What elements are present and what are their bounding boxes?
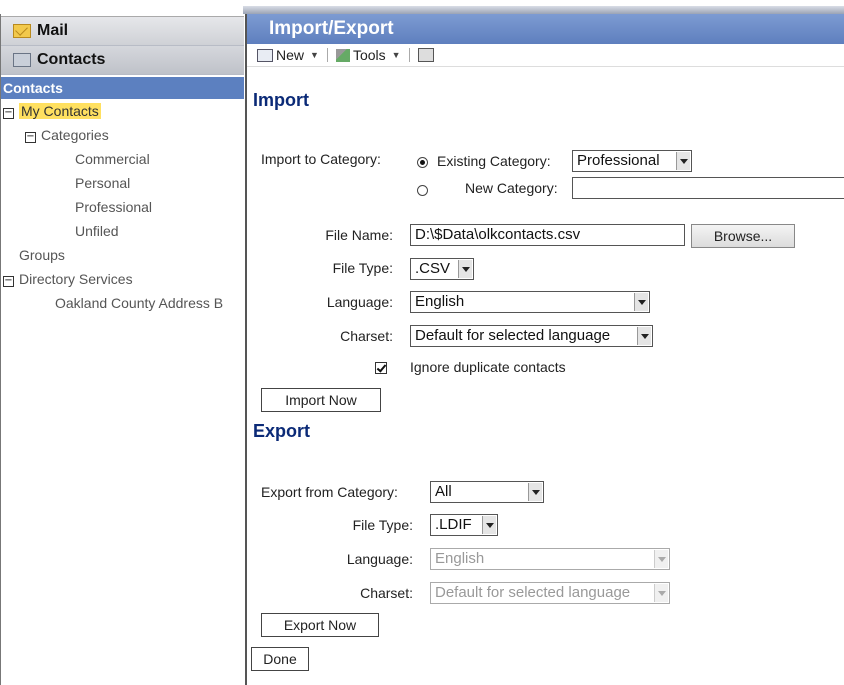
import-charset-select[interactable]: Default for selected language <box>410 325 653 347</box>
chevron-down-icon[interactable]: ▼ <box>392 50 401 60</box>
ignore-duplicates-label: Ignore duplicate contacts <box>410 359 566 375</box>
existing-category-value: Professional <box>577 152 660 169</box>
import-file-type-label: File Type: <box>332 260 393 276</box>
chevron-down-icon <box>634 293 648 311</box>
tree-label-categories: Categories <box>41 127 109 143</box>
import-language-label: Language: <box>326 294 393 310</box>
tree-item-oakland-county[interactable]: Oakland County Address B <box>1 291 244 315</box>
toolbar-divider <box>408 48 410 62</box>
chevron-down-icon <box>654 550 668 568</box>
import-now-button[interactable]: Import Now <box>261 388 381 412</box>
new-button[interactable]: New ▼ <box>257 47 319 63</box>
export-category-select[interactable]: All <box>430 481 544 503</box>
export-language-label: Language: <box>346 551 413 567</box>
import-file-type-select[interactable]: .CSV <box>410 258 474 280</box>
new-category-label: New Category: <box>465 180 558 196</box>
top-bar <box>243 6 844 14</box>
tree-item-professional[interactable]: Professional <box>1 195 244 219</box>
export-category-label: Export from Category: <box>261 484 398 500</box>
chevron-down-icon <box>482 516 496 534</box>
export-file-type-value: .LDIF <box>435 516 472 533</box>
existing-category-select[interactable]: Professional <box>572 150 692 172</box>
import-language-select[interactable]: English <box>410 291 650 313</box>
export-language-value: English <box>435 550 485 567</box>
import-file-type-value: .CSV <box>415 260 451 277</box>
import-charset-label: Charset: <box>340 328 393 344</box>
done-button[interactable]: Done <box>251 647 309 671</box>
chevron-down-icon[interactable]: ▼ <box>310 50 319 60</box>
chevron-down-icon <box>458 260 472 278</box>
file-name-input[interactable]: D:\$Data\olkcontacts.csv <box>410 224 685 246</box>
tree-item-commercial[interactable]: Commercial <box>1 147 244 171</box>
chevron-down-icon <box>528 483 542 501</box>
tools-button-label: Tools <box>352 47 386 63</box>
top-strip <box>0 0 844 14</box>
tools-button[interactable]: Tools ▼ <box>335 47 401 63</box>
page-title: Import/Export <box>247 14 844 44</box>
existing-category-label: Existing Category: <box>437 153 551 169</box>
import-language-value: English <box>415 293 465 310</box>
new-category-input[interactable] <box>572 177 844 199</box>
print-icon[interactable] <box>417 48 434 62</box>
export-language-select[interactable]: English <box>430 548 670 570</box>
browse-button[interactable]: Browse... <box>691 224 795 248</box>
chevron-down-icon <box>637 327 651 345</box>
import-category-label: Import to Category: <box>261 151 381 167</box>
tree-item-personal[interactable]: Personal <box>1 171 244 195</box>
file-name-label: File Name: <box>325 227 393 243</box>
export-now-button[interactable]: Export Now <box>261 613 379 637</box>
tree-item-groups[interactable]: Groups <box>1 243 244 267</box>
mail-nav-label: Mail <box>37 22 69 39</box>
collapse-icon[interactable]: − <box>3 108 14 119</box>
export-charset-label: Charset: <box>360 585 413 601</box>
export-charset-select[interactable]: Default for selected language <box>430 582 670 604</box>
export-charset-value: Default for selected language <box>435 584 631 601</box>
contacts-nav-label: Contacts <box>37 51 106 68</box>
new-item-icon <box>257 48 273 62</box>
import-charset-value: Default for selected language <box>415 327 611 344</box>
chevron-down-icon <box>654 584 668 602</box>
collapse-icon[interactable]: − <box>25 132 36 143</box>
mail-icon <box>13 24 31 38</box>
export-category-value: All <box>435 483 452 500</box>
ignore-duplicates-checkbox[interactable] <box>375 362 387 374</box>
existing-category-radio[interactable] <box>417 157 428 168</box>
import-export-pane: Import/Export New ▼ Tools ▼ Import Impor… <box>245 14 844 685</box>
contacts-tree: − My Contacts − Categories Commercial Pers… <box>1 99 244 315</box>
tree-label-my-contacts: My Contacts <box>19 103 101 119</box>
new-category-radio[interactable] <box>417 185 428 196</box>
chevron-down-icon <box>676 152 690 170</box>
tree-item-categories[interactable]: − Categories <box>1 123 244 147</box>
mail-nav-button[interactable]: Mail <box>1 17 244 46</box>
tree-label-directory-services: Directory Services <box>19 271 133 287</box>
export-file-type-select[interactable]: .LDIF <box>430 514 498 536</box>
toolbar-divider <box>326 48 328 62</box>
import-heading: Import <box>253 90 309 110</box>
left-navigation-pane: Mail Contacts Contacts − My Contacts − Cat… <box>0 14 244 685</box>
collapse-icon[interactable]: − <box>3 276 14 287</box>
contacts-nav-button[interactable]: Contacts <box>1 46 244 75</box>
contacts-icon <box>13 53 31 67</box>
export-file-type-label: File Type: <box>352 517 413 533</box>
tree-item-directory-services[interactable]: − Directory Services <box>1 267 244 291</box>
toolbar: New ▼ Tools ▼ <box>247 44 844 67</box>
tree-item-unfiled[interactable]: Unfiled <box>1 219 244 243</box>
tree-item-my-contacts[interactable]: − My Contacts <box>1 99 244 123</box>
tools-icon <box>335 48 350 62</box>
new-button-label: New <box>276 47 305 63</box>
contacts-section-header: Contacts <box>1 77 244 99</box>
export-heading: Export <box>253 421 311 441</box>
